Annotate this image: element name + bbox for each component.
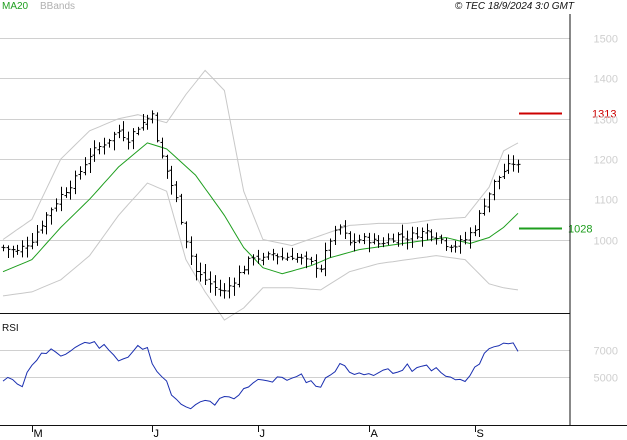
month-label: M — [34, 428, 43, 440]
copyright-text: © TEC 18/9/2024 3:0 GMT — [455, 1, 575, 12]
price-tick-label: 1300 — [594, 115, 618, 127]
support-label: 1028 — [568, 224, 592, 236]
ma20-legend-label: MA20 — [2, 1, 29, 12]
bbands-legend-label: BBands — [40, 1, 75, 12]
price-tick-label: 1000 — [594, 236, 618, 248]
month-label: A — [371, 428, 379, 440]
month-label: J — [154, 428, 160, 440]
price-tick-label: 1200 — [594, 155, 618, 167]
rsi-tick-label: 7000 — [594, 346, 618, 358]
price-tick-label: 1100 — [594, 195, 618, 207]
price-chart: MA20 BBands © TEC 18/9/2024 3:0 GMT RSI … — [0, 0, 627, 440]
price-tick-label: 1500 — [594, 34, 618, 46]
rsi-tick-label: 5000 — [594, 373, 618, 385]
month-label: S — [477, 428, 484, 440]
chart-background — [0, 0, 627, 440]
price-tick-label: 1400 — [594, 74, 618, 86]
rsi-label: RSI — [2, 323, 19, 334]
month-label: J — [260, 428, 266, 440]
